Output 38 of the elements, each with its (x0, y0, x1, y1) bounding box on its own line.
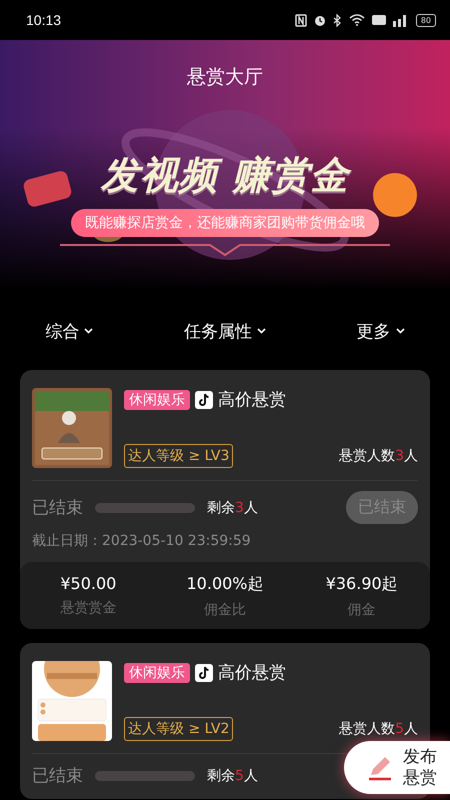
stat-value: 10.00%起 (186, 574, 264, 595)
stat-label: 悬赏赏金 (60, 599, 116, 617)
wifi-icon (348, 14, 365, 26)
category-tag: 休闲娱乐 (124, 662, 190, 682)
publish-reward-button[interactable]: 发布悬赏 (344, 741, 450, 794)
signal-icon (392, 14, 409, 26)
chevron-down-icon (256, 328, 266, 334)
stat-label: 佣金 (348, 601, 376, 619)
filter-dropdown[interactable]: 任务属性 (180, 316, 270, 346)
filter-dropdown[interactable]: 更多 (352, 316, 409, 346)
chevron-down-icon (84, 328, 94, 334)
remaining-count: 剩余5人 (207, 766, 258, 784)
task-title: 高价悬赏 (218, 662, 286, 684)
deadline-text: 截止日期：2023-05-10 23:59:59 (32, 532, 252, 550)
battery-level: 80 (416, 14, 436, 26)
level-requirement-tag: 达人等级 ≥ LV2 (124, 717, 234, 741)
music-note-icon (195, 664, 213, 682)
alarm-icon (314, 14, 326, 26)
bluetooth-icon (332, 14, 342, 26)
level-requirement-tag: 达人等级 ≥ LV3 (124, 444, 234, 468)
page-title: 悬赏大厅 (187, 65, 263, 90)
music-note-icon (195, 390, 213, 408)
reward-headcount: 悬赏人数3人 (339, 447, 418, 465)
stat-value: ¥50.00 (60, 574, 116, 593)
banner-subtitle: 既能赚探店赏金，还能赚商家团购带货佣金哦 (71, 209, 379, 237)
remaining-count: 剩余3人 (207, 498, 258, 516)
chevron-down-icon (396, 328, 405, 334)
status-time: 10:13 (26, 12, 62, 28)
task-title: 高价悬赏 (218, 389, 286, 411)
stat-value: ¥36.90起 (326, 574, 398, 595)
reward-headcount: 悬赏人数5人 (339, 720, 418, 738)
task-status: 已结束 (32, 497, 83, 519)
task-status: 已结束 (32, 765, 83, 787)
banner-headline: 发视频 赚赏金 (100, 150, 350, 201)
filter-dropdown[interactable]: 综合 (41, 316, 98, 346)
category-tag: 休闲娱乐 (124, 390, 190, 410)
stat-label: 佣金比 (204, 601, 246, 619)
nfc-icon (294, 14, 307, 26)
